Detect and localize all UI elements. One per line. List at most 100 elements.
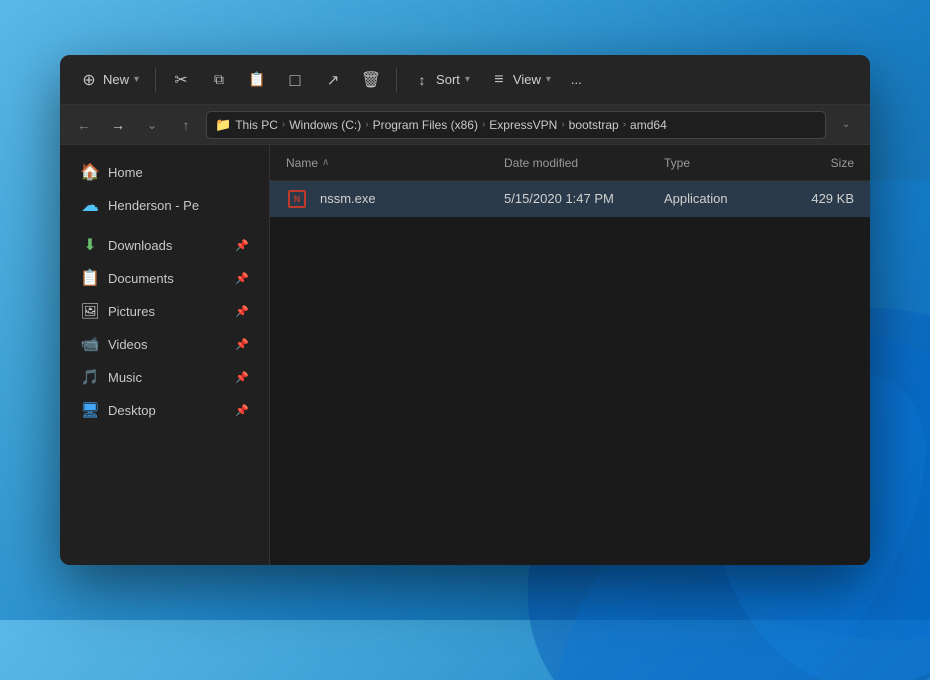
- sidebar-pictures-label: Pictures: [108, 304, 155, 319]
- address-dropdown-button[interactable]: ⌄: [832, 111, 860, 139]
- pictures-pin-icon: 📌: [235, 305, 249, 318]
- sidebar: 🏠 Home ☁ Henderson - Pe ⬇ Downloads 📌 📋 …: [60, 145, 270, 565]
- path-segment-expressvpn: ExpressVPN: [489, 118, 557, 132]
- more-button[interactable]: ...: [563, 63, 590, 97]
- main-content: 🏠 Home ☁ Henderson - Pe ⬇ Downloads 📌 📋 …: [60, 145, 870, 565]
- file-name-cell: N nssm.exe: [286, 188, 504, 210]
- back-icon: ←: [77, 117, 91, 133]
- forward-icon: →: [111, 117, 125, 133]
- file-explorer: ⊕ New ▾ ✂ ⧉ 📋 □ ↗ 🗑 ↕ Sort ▾ ≡: [60, 55, 870, 565]
- sort-button[interactable]: ↕ Sort ▾: [405, 63, 478, 97]
- sort-icon: ↕: [413, 71, 431, 89]
- up-icon: ↑: [183, 117, 190, 133]
- sidebar-item-documents[interactable]: 📋 Documents 📌: [66, 262, 263, 294]
- col-header-size[interactable]: Size: [774, 156, 854, 170]
- documents-icon: 📋: [80, 268, 100, 288]
- file-size: 429 KB: [811, 191, 854, 206]
- file-name: nssm.exe: [320, 191, 376, 206]
- path-segment-programfiles: Program Files (x86): [373, 118, 478, 132]
- file-size-cell: 429 KB: [774, 191, 854, 206]
- sidebar-item-home[interactable]: 🏠 Home: [66, 156, 263, 188]
- sort-arrow-icon: ∧: [322, 157, 329, 168]
- cut-icon: ✂: [172, 71, 190, 89]
- col-header-name[interactable]: Name ∧: [286, 156, 504, 170]
- forward-button[interactable]: →: [104, 111, 132, 139]
- file-list-header: Name ∧ Date modified Type Size: [270, 145, 870, 181]
- col-header-date[interactable]: Date modified: [504, 156, 664, 170]
- sidebar-item-music[interactable]: 🎵 Music 📌: [66, 361, 263, 393]
- music-icon: 🎵: [80, 367, 100, 387]
- pictures-icon: 🖼: [80, 301, 100, 321]
- share-icon: ↗: [324, 71, 342, 89]
- sidebar-item-henderson[interactable]: ☁ Henderson - Pe: [66, 189, 263, 221]
- file-type-cell: Application: [664, 191, 774, 206]
- path-thispc: This PC: [235, 118, 278, 132]
- sidebar-henderson-label: Henderson - Pe: [108, 198, 199, 213]
- table-row[interactable]: N nssm.exe 5/15/2020 1:47 PM Application…: [270, 181, 870, 217]
- separator-1: [155, 68, 156, 92]
- path-amd64: amd64: [630, 118, 667, 132]
- address-bar: ← → ⌄ ↑ 📁 This PC › Windows (C:) › Progr…: [60, 105, 870, 145]
- dropdown-nav-icon: ⌄: [147, 118, 157, 132]
- rename-button[interactable]: □: [278, 63, 312, 97]
- path-segment-amd64: amd64: [630, 118, 667, 132]
- path-chevron-3: ›: [482, 119, 485, 130]
- file-type: Application: [664, 191, 728, 206]
- new-chevron: ▾: [134, 74, 139, 85]
- sidebar-videos-label: Videos: [108, 337, 148, 352]
- dropdown-nav-button[interactable]: ⌄: [138, 111, 166, 139]
- cut-button[interactable]: ✂: [164, 63, 198, 97]
- path-segment-thispc: 📁 This PC: [215, 117, 278, 133]
- view-label: View: [513, 72, 541, 87]
- path-segment-bootstrap: bootstrap: [569, 118, 619, 132]
- sidebar-downloads-label: Downloads: [108, 238, 172, 253]
- sidebar-item-videos[interactable]: 📹 Videos 📌: [66, 328, 263, 360]
- path-chevron-4: ›: [561, 119, 564, 130]
- col-header-type[interactable]: Type: [664, 156, 774, 170]
- paste-button[interactable]: 📋: [240, 63, 274, 97]
- view-button[interactable]: ≡ View ▾: [482, 63, 559, 97]
- sidebar-item-pictures[interactable]: 🖼 Pictures 📌: [66, 295, 263, 327]
- delete-icon: 🗑: [362, 71, 380, 89]
- path-programfiles: Program Files (x86): [373, 118, 478, 132]
- copy-button[interactable]: ⧉: [202, 63, 236, 97]
- desktop-icon: 🖥: [80, 400, 100, 420]
- share-button[interactable]: ↗: [316, 63, 350, 97]
- path-segment-drive: Windows (C:): [289, 118, 361, 132]
- new-button[interactable]: ⊕ New ▾: [72, 63, 147, 97]
- downloads-icon: ⬇: [80, 235, 100, 255]
- col-type-label: Type: [664, 156, 690, 170]
- desktop-pin-icon: 📌: [235, 404, 249, 417]
- address-path[interactable]: 📁 This PC › Windows (C:) › Program Files…: [206, 111, 826, 139]
- downloads-pin-icon: 📌: [235, 239, 249, 252]
- exe-file-icon: N: [286, 188, 308, 210]
- paste-icon: 📋: [248, 71, 266, 89]
- sort-chevron: ▾: [465, 74, 470, 85]
- file-date-cell: 5/15/2020 1:47 PM: [504, 191, 664, 206]
- col-date-label: Date modified: [504, 156, 578, 170]
- up-button[interactable]: ↑: [172, 111, 200, 139]
- sidebar-music-label: Music: [108, 370, 142, 385]
- path-chevron-2: ›: [365, 119, 368, 130]
- sidebar-desktop-label: Desktop: [108, 403, 156, 418]
- sort-label: Sort: [436, 72, 460, 87]
- sidebar-home-label: Home: [108, 165, 143, 180]
- view-icon: ≡: [490, 71, 508, 89]
- home-icon: 🏠: [80, 162, 100, 182]
- separator-2: [396, 68, 397, 92]
- videos-pin-icon: 📌: [235, 338, 249, 351]
- view-chevron: ▾: [546, 74, 551, 85]
- music-pin-icon: 📌: [235, 371, 249, 384]
- thispc-folder-icon: 📁: [215, 117, 231, 133]
- path-chevron-1: ›: [282, 119, 285, 130]
- more-label: ...: [571, 72, 582, 87]
- back-button[interactable]: ←: [70, 111, 98, 139]
- file-list: Name ∧ Date modified Type Size N: [270, 145, 870, 565]
- path-expressvpn: ExpressVPN: [489, 118, 557, 132]
- delete-button[interactable]: 🗑: [354, 63, 388, 97]
- path-drive: Windows (C:): [289, 118, 361, 132]
- address-dropdown-icon: ⌄: [842, 119, 850, 130]
- videos-icon: 📹: [80, 334, 100, 354]
- sidebar-item-desktop[interactable]: 🖥 Desktop 📌: [66, 394, 263, 426]
- sidebar-item-downloads[interactable]: ⬇ Downloads 📌: [66, 229, 263, 261]
